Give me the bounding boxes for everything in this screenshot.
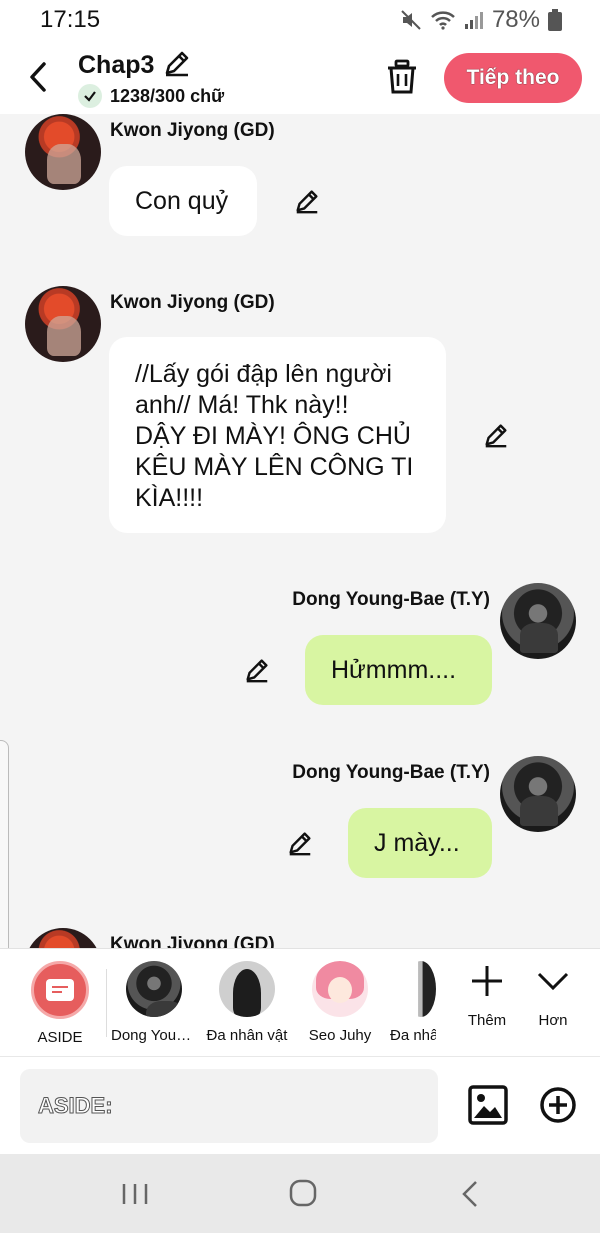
next-button[interactable]: Tiếp theo — [444, 53, 582, 103]
message-input[interactable]: ASIDE: — [20, 1069, 438, 1143]
character-item[interactable]: Đa nhân vật — [390, 961, 436, 1044]
battery-icon — [548, 9, 562, 31]
add-character-button[interactable]: Thêm — [457, 963, 517, 1029]
character-label: ASIDE — [37, 1029, 83, 1046]
avatar — [406, 961, 436, 1017]
character-label: Dong Young-Bae (T.Y) — [111, 1027, 197, 1044]
edit-title-button[interactable] — [162, 48, 192, 83]
back-icon — [462, 1181, 477, 1207]
character-label: Đa nhân vật — [390, 1027, 436, 1044]
title-row: Chap3 — [78, 48, 192, 83]
character-bar: ASIDE Dong Young-Bae (T.Y) Đa nhân vật S… — [0, 948, 600, 1056]
system-back-button[interactable] — [450, 1176, 490, 1212]
home-button[interactable] — [283, 1176, 323, 1212]
word-count: 1238/300 chữ — [110, 85, 225, 106]
message-text: Con quỷ — [135, 186, 229, 215]
status-time: 17:15 — [40, 6, 101, 33]
more-label: Hơn — [538, 1012, 568, 1029]
plus-icon — [472, 966, 502, 996]
home-icon — [289, 1179, 317, 1207]
message-bubble[interactable]: Hửmmm.... — [305, 635, 492, 705]
recent-apps-button[interactable] — [115, 1176, 155, 1212]
composer-label: ASIDE: — [38, 1093, 114, 1119]
mute-icon — [400, 9, 422, 31]
avatar — [312, 961, 368, 1017]
character-aside[interactable]: ASIDE — [17, 961, 103, 1046]
speaker-name: Kwon Jiyong (GD) — [110, 292, 275, 313]
back-button[interactable] — [24, 60, 54, 94]
editor-header: Chap3 1238/300 chữ Tiếp theo — [0, 42, 600, 114]
pencil-icon — [166, 51, 189, 77]
speaker-name: Dong Young-Bae (T.Y) — [292, 589, 490, 610]
character-label: Đa nhân vật — [206, 1027, 288, 1044]
aside-icon — [31, 961, 89, 1019]
edit-message-icon[interactable] — [482, 421, 510, 449]
character-item[interactable]: Dong Young-Bae (T.Y) — [111, 961, 197, 1044]
avatar[interactable] — [25, 286, 101, 362]
wifi-icon — [430, 9, 456, 31]
message-text: J mày... — [374, 828, 460, 857]
avatar[interactable] — [25, 928, 101, 948]
message-bubble[interactable]: //Lấy gói đập lên người anh// Má! Thk nà… — [109, 337, 446, 533]
trash-icon — [388, 59, 416, 94]
chapter-title: Chap3 — [78, 51, 155, 79]
image-icon — [468, 1085, 508, 1125]
signal-icon — [464, 10, 484, 30]
edit-message-icon[interactable] — [293, 187, 321, 215]
avatar[interactable] — [500, 583, 576, 659]
chevron-left-icon — [30, 62, 46, 92]
chat-area[interactable]: Kwon Jiyong (GD) Con quỷ Kwon Jiyong (GD… — [0, 114, 600, 948]
speaker-name: Kwon Jiyong (GD) — [110, 934, 275, 948]
recent-apps-icon — [122, 1184, 148, 1204]
add-label: Thêm — [467, 1012, 507, 1029]
composer: ASIDE: — [0, 1056, 600, 1154]
delete-button[interactable] — [386, 59, 418, 95]
system-nav-bar — [0, 1154, 600, 1233]
word-count-row: 1238/300 chữ — [78, 84, 224, 108]
chevron-down-icon — [537, 972, 569, 991]
add-button[interactable] — [540, 1087, 576, 1123]
more-button[interactable]: Hơn — [523, 963, 583, 1029]
avatar[interactable] — [500, 756, 576, 832]
speaker-name: Dong Young-Bae (T.Y) — [292, 762, 490, 783]
speaker-name: Kwon Jiyong (GD) — [110, 120, 275, 141]
edit-message-icon[interactable] — [243, 656, 271, 684]
avatar — [126, 961, 182, 1017]
divider — [106, 969, 107, 1037]
character-label: Seo Juhy — [308, 1027, 372, 1044]
plus-circle-icon — [540, 1087, 576, 1123]
avatar — [219, 961, 275, 1017]
message-text: //Lấy gói đập lên người anh// Má! Thk nà… — [135, 360, 414, 512]
status-icons: 78% — [400, 6, 562, 34]
check-icon — [78, 84, 102, 108]
status-bar: 17:15 78% — [0, 0, 600, 42]
avatar[interactable] — [25, 114, 101, 190]
insert-image-button[interactable] — [468, 1085, 508, 1125]
edit-message-icon[interactable] — [286, 829, 314, 857]
message-text: Hửmmm.... — [331, 655, 457, 684]
character-item[interactable]: Seo Juhy — [297, 961, 383, 1044]
message-bubble[interactable]: Con quỷ — [109, 166, 257, 236]
side-drawer-handle[interactable] — [0, 740, 9, 970]
character-item[interactable]: Đa nhân vật — [204, 961, 290, 1044]
battery-text: 78% — [491, 6, 540, 33]
message-bubble[interactable]: J mày... — [348, 808, 492, 878]
